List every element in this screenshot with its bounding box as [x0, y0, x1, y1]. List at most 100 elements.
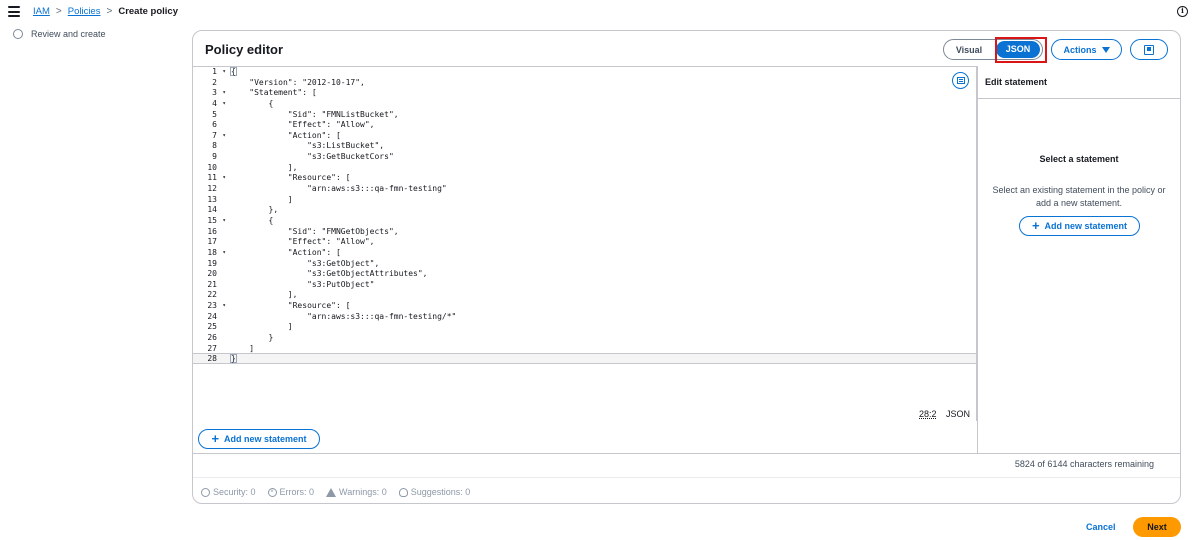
add-statement-label: Add new statement	[224, 434, 307, 444]
code-line[interactable]: {	[230, 216, 970, 227]
warning-icon	[326, 487, 337, 497]
code-line[interactable]: }	[230, 333, 970, 344]
fold-arrow-icon[interactable]: ▾	[222, 131, 226, 142]
code-line[interactable]: "Effect": "Allow",	[230, 120, 970, 131]
edit-statement-panel: Edit statement Select a statement Select…	[977, 66, 1181, 453]
line-number-text: 20	[207, 269, 217, 279]
line-number: 24	[193, 312, 228, 323]
mode-json-button[interactable]: JSON	[996, 41, 1040, 58]
divider	[193, 477, 1180, 478]
suggestions-tab[interactable]: Suggestions: 0	[398, 487, 470, 497]
add-new-statement-button[interactable]: + Add new statement	[198, 429, 320, 449]
fold-arrow-icon[interactable]: ▾	[222, 248, 226, 259]
json-code-editor[interactable]: 1 ▾ 2 3 ▾ 4 ▾ 5 6 7 ▾ 8 9 10 11 ▾ 12 13 14 15 ▾ 16 17 18 ▾ 19 20 21…	[193, 66, 977, 421]
split-panel-button[interactable]	[1130, 39, 1168, 60]
fold-arrow-icon[interactable]: ▾	[222, 173, 226, 184]
code-line[interactable]: "Sid": "FMNListBucket",	[230, 110, 970, 121]
code-line[interactable]: },	[230, 205, 970, 216]
code-line[interactable]: "s3:GetBucketCors"	[230, 152, 970, 163]
fold-arrow-icon[interactable]: ▾	[222, 99, 226, 110]
line-number: 10	[193, 163, 228, 174]
line-number-text: 3	[212, 88, 217, 98]
line-number: 19	[193, 259, 228, 270]
line-number: 2	[193, 78, 228, 89]
breadcrumb-iam[interactable]: IAM	[33, 6, 50, 17]
edit-statement-title: Edit statement	[985, 77, 1048, 87]
code-line[interactable]: "Statement": [	[230, 88, 970, 99]
step-review-and-create[interactable]: Review and create	[13, 29, 106, 39]
code-line[interactable]: "Sid": "FMNGetObjects",	[230, 227, 970, 238]
line-number-text: 5	[212, 109, 217, 119]
cancel-button[interactable]: Cancel	[1086, 522, 1116, 532]
code-line[interactable]: "s3:GetObject",	[230, 259, 970, 270]
security-count: Security: 0	[213, 487, 256, 497]
plus-icon: +	[211, 431, 220, 446]
code-line[interactable]: ],	[230, 163, 970, 174]
code-line[interactable]: "s3:ListBucket",	[230, 141, 970, 152]
code-line[interactable]: {	[230, 99, 970, 110]
caret-down-icon	[1101, 46, 1110, 53]
characters-remaining: 5824 of 6144 characters remaining	[1014, 459, 1154, 469]
info-icon[interactable]: i	[1177, 6, 1188, 17]
line-number: 16	[193, 227, 228, 238]
code-content[interactable]: { "Version": "2012-10-17", "Statement": …	[230, 67, 970, 365]
code-line[interactable]: ]	[230, 195, 970, 206]
code-line[interactable]: "Action": [	[230, 131, 970, 142]
line-number-text: 28	[207, 354, 217, 364]
line-number-text: 16	[207, 226, 217, 236]
fold-arrow-icon[interactable]: ▾	[222, 67, 226, 78]
plus-icon: +	[1031, 218, 1040, 233]
edit-statement-header: Edit statement	[977, 66, 1181, 99]
add-new-statement-button-side[interactable]: + Add new statement	[1019, 216, 1140, 236]
line-number-text: 8	[212, 141, 217, 151]
divider	[193, 453, 1180, 454]
security-tab[interactable]: Security: 0	[201, 487, 256, 497]
code-line[interactable]: "s3:PutObject"	[230, 280, 970, 291]
empty-state-title: Select a statement	[1039, 154, 1119, 164]
line-number: 3 ▾	[193, 88, 228, 99]
warnings-tab[interactable]: Warnings: 0	[326, 487, 387, 497]
code-line[interactable]: ]	[230, 344, 970, 355]
fold-arrow-icon[interactable]: ▾	[222, 216, 226, 227]
actions-button[interactable]: Actions	[1051, 39, 1122, 60]
code-line[interactable]: "arn:aws:s3:::qa-fmn-testing"	[230, 184, 970, 195]
step-label: Review and create	[31, 29, 106, 39]
line-number: 7 ▾	[193, 131, 228, 142]
code-line[interactable]: "Action": [	[230, 248, 970, 259]
code-line[interactable]: ]	[230, 322, 970, 333]
line-number: 25	[193, 322, 228, 333]
cursor-position[interactable]: 28:2	[919, 409, 937, 419]
editor-settings-button[interactable]	[952, 72, 969, 89]
code-line[interactable]: "s3:GetObjectAttributes",	[230, 269, 970, 280]
line-number: 14	[193, 205, 228, 216]
line-number-text: 13	[207, 194, 217, 204]
actions-label: Actions	[1063, 44, 1097, 55]
code-line[interactable]: }	[230, 354, 970, 365]
menu-icon[interactable]	[8, 6, 20, 17]
line-number-text: 4	[212, 98, 217, 108]
code-line[interactable]: "Resource": [	[230, 301, 970, 312]
code-line[interactable]: "Resource": [	[230, 173, 970, 184]
code-line[interactable]: "Version": "2012-10-17",	[230, 78, 970, 89]
code-line[interactable]: ],	[230, 290, 970, 301]
language-mode: JSON	[946, 409, 971, 419]
breadcrumb-policies[interactable]: Policies	[68, 6, 101, 17]
line-number: 1 ▾	[193, 67, 228, 78]
line-number-text: 10	[207, 162, 217, 172]
mode-visual-button[interactable]: Visual	[944, 45, 994, 55]
line-number-text: 26	[207, 333, 217, 343]
errors-count: Errors: 0	[279, 487, 315, 497]
line-number: 18 ▾	[193, 248, 228, 259]
line-number-text: 1	[212, 67, 217, 76]
line-number-text: 11	[207, 173, 217, 183]
fold-arrow-icon[interactable]: ▾	[222, 88, 226, 99]
code-line[interactable]: {	[230, 67, 970, 78]
validation-tabs: Security: 0 × Errors: 0 Warnings: 0 Sugg…	[201, 487, 470, 497]
code-line[interactable]: "Effect": "Allow",	[230, 237, 970, 248]
errors-tab[interactable]: × Errors: 0	[267, 487, 315, 497]
warnings-count: Warnings: 0	[339, 487, 387, 497]
code-line[interactable]: "arn:aws:s3:::qa-fmn-testing/*"	[230, 312, 970, 323]
fold-arrow-icon[interactable]: ▾	[222, 301, 226, 312]
line-number: 17	[193, 237, 228, 248]
next-button[interactable]: Next	[1133, 517, 1181, 537]
